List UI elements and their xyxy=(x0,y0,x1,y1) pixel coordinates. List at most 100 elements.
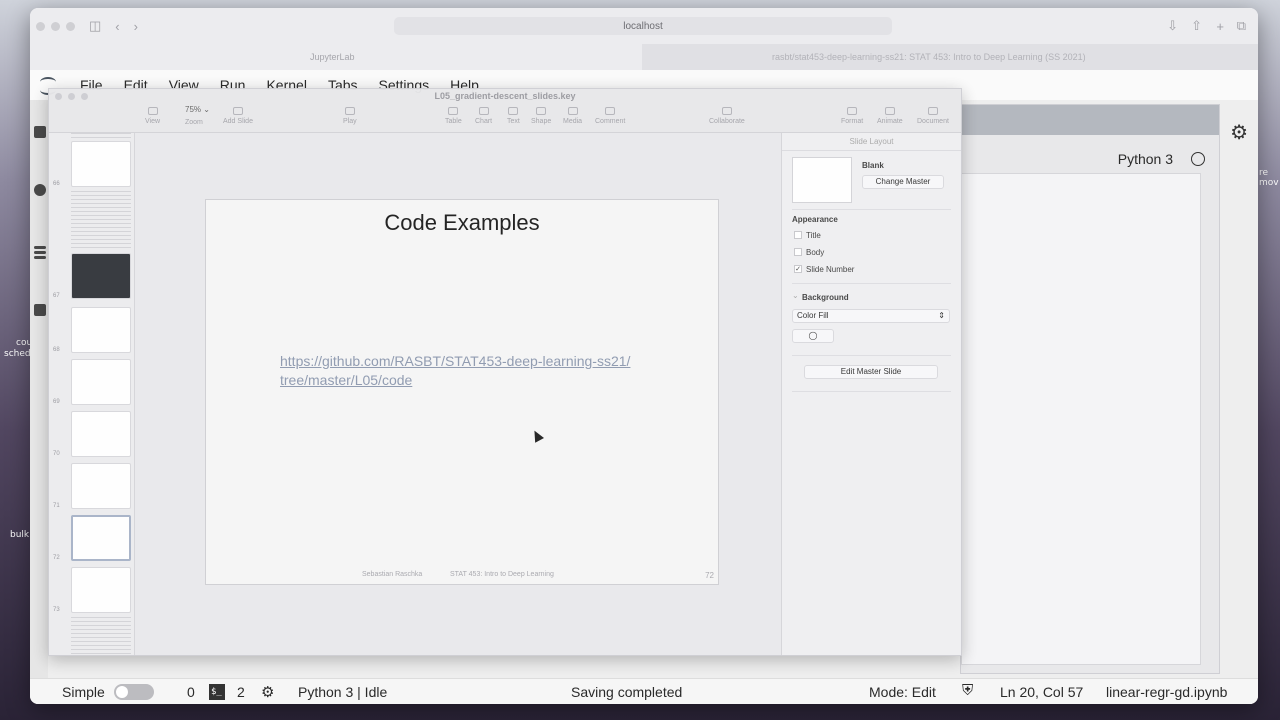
notebook-panel: Python 3 xyxy=(960,104,1220,674)
tool-table[interactable]: Table xyxy=(445,107,462,125)
inspector-header[interactable]: Slide Layout xyxy=(782,133,961,151)
tool-play[interactable]: Play xyxy=(343,107,357,125)
slide-thumbnail-selected[interactable] xyxy=(71,515,131,561)
tool-view[interactable]: View xyxy=(145,107,160,125)
shield-icon[interactable]: ⛨ xyxy=(962,682,973,699)
slide[interactable]: Code Examples https://github.com/RASBT/S… xyxy=(205,199,719,585)
tool-label: Table xyxy=(445,118,462,125)
forward-icon[interactable]: › xyxy=(134,19,138,34)
tool-zoom[interactable]: Zoom xyxy=(185,119,203,126)
keynote-window: L05_gradient-descent_slides.key View 75%… xyxy=(48,88,962,656)
tool-label: Format xyxy=(841,118,864,125)
cpu-chip-icon[interactable]: ⚙ xyxy=(261,683,274,701)
close-window-button[interactable] xyxy=(36,21,45,31)
tab-github[interactable]: rasbt/stat453-deep-learning-ss21: STAT 4… xyxy=(642,44,1258,70)
tool-chart[interactable]: Chart xyxy=(475,107,492,125)
zoom-select[interactable]: 75% ⌄ xyxy=(185,105,210,114)
tool-format[interactable]: Format xyxy=(841,107,863,125)
slide-number: 71 xyxy=(53,503,60,509)
shape-icon xyxy=(536,107,547,115)
simple-mode-toggle[interactable] xyxy=(114,684,154,700)
slide-link[interactable]: https://github.com/RASBT/STAT453-deep-le… xyxy=(280,352,700,390)
running-icon[interactable] xyxy=(34,184,46,196)
slide-thumbnail-stack xyxy=(71,191,131,251)
kernel-status[interactable]: Python 3 | Idle xyxy=(298,684,387,700)
url-bar[interactable]: localhost xyxy=(394,17,892,35)
slide-number-label: 72 xyxy=(705,571,714,580)
chart-icon xyxy=(478,107,489,115)
edit-mode[interactable]: Mode: Edit xyxy=(869,684,936,700)
edit-master-slide-button[interactable]: Edit Master Slide xyxy=(804,365,938,379)
cursor-position[interactable]: Ln 20, Col 57 xyxy=(1000,684,1083,700)
slide-thumbnail[interactable] xyxy=(71,141,131,187)
sidebar-toggle-icon[interactable]: ◫ xyxy=(89,18,101,34)
kernel-name[interactable]: Python 3 xyxy=(1118,151,1173,167)
slide-thumbnail[interactable] xyxy=(71,359,131,405)
desktop-label[interactable]: bulk xyxy=(10,530,29,540)
slide-thumbnail-stack xyxy=(71,617,131,655)
tab-overview-icon[interactable]: ⧉ xyxy=(1237,18,1246,34)
color-well[interactable]: ◯ xyxy=(792,329,834,343)
desktop-label[interactable]: re xyxy=(1259,168,1268,178)
tool-shape[interactable]: Shape xyxy=(531,107,551,125)
slide-number: 68 xyxy=(53,347,60,353)
notebook-filename[interactable]: linear-regr-gd.ipynb xyxy=(1106,684,1227,700)
tool-label: View xyxy=(145,118,161,125)
divider xyxy=(792,355,951,356)
background-heading: Background xyxy=(802,293,849,302)
status-bar: Simple 0 $_ 2 ⚙ Python 3 | Idle Saving c… xyxy=(30,678,1258,704)
tab-jupyterlab[interactable]: JupyterLab xyxy=(30,44,642,70)
browser-tab-bar: JupyterLab rasbt/stat453-deep-learning-s… xyxy=(30,44,1258,70)
tool-label: Media xyxy=(563,118,583,125)
tool-add-slide[interactable]: Add Slide xyxy=(223,107,253,125)
slide-thumbnail[interactable] xyxy=(71,307,131,353)
slide-thumbnail[interactable] xyxy=(71,253,131,299)
download-icon[interactable]: ⇩ xyxy=(1167,18,1178,34)
new-tab-icon[interactable]: + xyxy=(1216,19,1224,34)
slide-number: 67 xyxy=(53,293,60,299)
slide-footer-course: STAT 453: Intro to Deep Learning xyxy=(450,571,554,578)
chevron-down-icon[interactable]: ⌄ xyxy=(792,291,799,300)
title-option-label: Title xyxy=(806,231,821,240)
change-master-button[interactable]: Change Master xyxy=(862,175,944,189)
slide-title[interactable]: Code Examples xyxy=(206,210,718,236)
tool-media[interactable]: Media xyxy=(563,107,582,125)
tool-collaborate[interactable]: Collaborate xyxy=(709,107,745,125)
slide-number: 72 xyxy=(53,555,60,561)
body-checkbox[interactable] xyxy=(794,248,802,256)
minimize-window-button[interactable] xyxy=(51,21,60,31)
share-icon[interactable]: ⇧ xyxy=(1191,18,1202,34)
extensions-icon[interactable] xyxy=(34,304,46,316)
tool-label: Collaborate xyxy=(709,118,745,125)
slide-number: 69 xyxy=(53,399,60,405)
divider xyxy=(792,209,951,210)
browser-window: ◫ ‹ › localhost ⇩ ⇧ + ⧉ JupyterLab rasbt… xyxy=(30,8,1258,704)
kernel-count[interactable]: 0 xyxy=(187,684,195,700)
slide-link-line[interactable]: https://github.com/RASBT/STAT453-deep-le… xyxy=(280,352,700,371)
commands-icon[interactable] xyxy=(34,246,46,249)
slide-thumbnail[interactable] xyxy=(71,463,131,509)
desktop-label[interactable]: mov xyxy=(1259,178,1279,188)
text-icon xyxy=(508,107,519,115)
folder-icon[interactable] xyxy=(34,126,46,138)
slide-number-checkbox[interactable]: ✓ xyxy=(794,265,802,273)
terminal-count[interactable]: 2 xyxy=(237,684,245,700)
gear-icon[interactable]: ⚙ xyxy=(1230,120,1248,145)
fill-type-select[interactable]: Color Fill ⇕ xyxy=(792,309,950,323)
tool-animate[interactable]: Animate xyxy=(877,107,903,125)
zoom-window-button[interactable] xyxy=(66,21,75,31)
format-icon xyxy=(847,107,858,115)
slide-thumbnail[interactable] xyxy=(71,411,131,457)
slide-thumbnail[interactable] xyxy=(71,567,131,613)
terminal-icon[interactable]: $_ xyxy=(209,684,225,700)
slide-link-line[interactable]: tree/master/L05/code xyxy=(280,371,700,390)
title-checkbox[interactable] xyxy=(794,231,802,239)
tool-document[interactable]: Document xyxy=(917,107,949,125)
back-icon[interactable]: ‹ xyxy=(115,19,119,34)
master-thumbnail[interactable] xyxy=(792,157,852,203)
tool-text[interactable]: Text xyxy=(507,107,520,125)
tool-comment[interactable]: Comment xyxy=(595,107,625,125)
notebook-cell[interactable] xyxy=(961,173,1201,665)
desktop-label[interactable]: sched xyxy=(4,349,31,359)
tool-label: Chart xyxy=(475,118,493,125)
